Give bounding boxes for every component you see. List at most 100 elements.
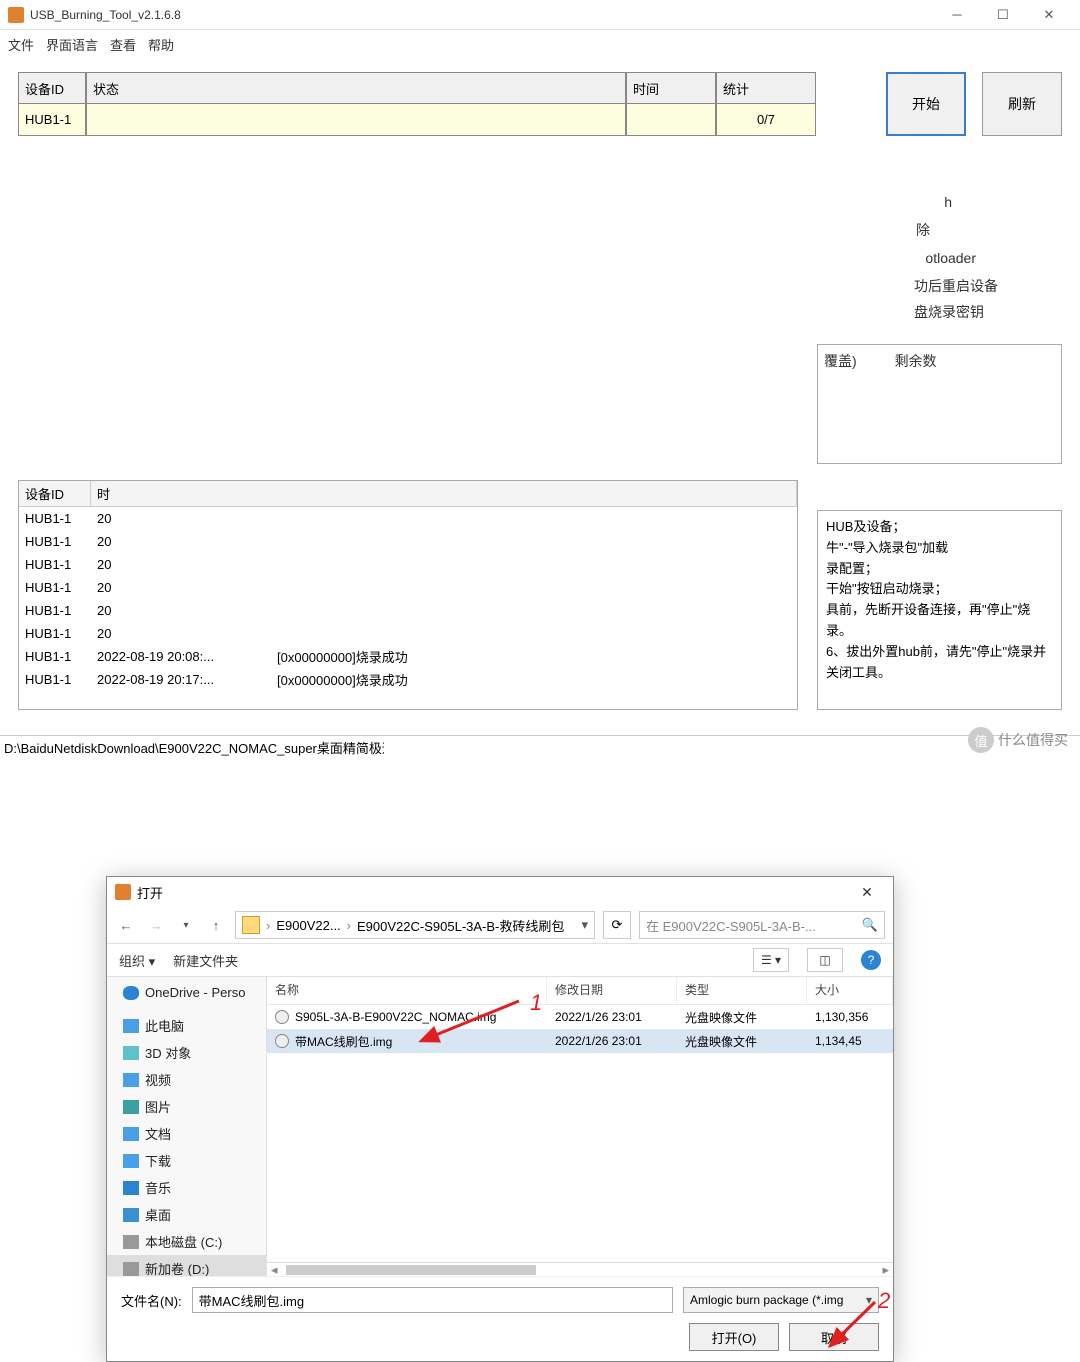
filetype-select[interactable]: Amlogic burn package (*.img▾ — [683, 1287, 879, 1313]
folder-tree: OneDrive - Perso 此电脑 3D 对象 视频 图片 文档 下载 音… — [107, 977, 267, 1276]
nav-up-icon[interactable]: ↑ — [205, 914, 227, 936]
tree-desktop[interactable]: 桌面 — [107, 1201, 266, 1228]
tree-documents[interactable]: 文档 — [107, 1120, 266, 1147]
video-icon — [123, 1073, 139, 1087]
start-button[interactable]: 开始 — [886, 72, 966, 136]
horizontal-scrollbar[interactable]: ◂▸ — [267, 1262, 893, 1276]
pc-icon — [123, 1019, 139, 1033]
event-row: HUB1-12022-08-19 20:08:...[0x00000000]烧录… — [19, 645, 797, 668]
filename-input[interactable] — [192, 1287, 673, 1313]
right-frag-key: 盘烧录密钥 — [914, 302, 984, 322]
dialog-titlebar: 打开 ✕ — [107, 877, 893, 907]
right-frag-flash: 除 — [916, 220, 930, 240]
tree-downloads[interactable]: 下载 — [107, 1147, 266, 1174]
menu-view[interactable]: 查看 — [110, 35, 136, 54]
tree-videos[interactable]: 视频 — [107, 1066, 266, 1093]
right-frag-h: h — [944, 194, 952, 210]
document-icon — [123, 1127, 139, 1141]
nav-forward-icon[interactable]: → — [145, 914, 167, 936]
cell-status — [86, 104, 626, 136]
disk-icon — [123, 1235, 139, 1249]
window-titlebar: USB_Burning_Tool_v2.1.6.8 ─ ☐ ✕ — [0, 0, 1080, 30]
disc-image-icon — [275, 1010, 289, 1024]
window-title: USB_Burning_Tool_v2.1.6.8 — [30, 8, 934, 22]
disc-image-icon — [275, 1034, 289, 1048]
breadcrumb[interactable]: › E900V22... › E900V22C-S905L-3A-B-救砖线刷包… — [235, 911, 595, 939]
tree-pictures[interactable]: 图片 — [107, 1093, 266, 1120]
cloud-icon — [123, 986, 139, 1000]
search-icon: 🔍 — [862, 917, 878, 933]
nav-dropdown-icon[interactable]: ▾ — [175, 914, 197, 936]
dialog-navbar: ← → ▾ ↑ › E900V22... › E900V22C-S905L-3A… — [107, 907, 893, 943]
col-stats: 统计 — [716, 72, 816, 104]
col-time: 时间 — [626, 72, 716, 104]
menu-file[interactable]: 文件 — [8, 35, 34, 54]
nav-back-icon[interactable]: ← — [115, 914, 137, 936]
search-input[interactable]: 在 E900V22C-S905L-3A-B-... 🔍 — [639, 911, 885, 939]
file-row[interactable]: 带MAC线刷包.img2022/1/26 23:01光盘映像文件1,134,45 — [267, 1029, 893, 1053]
menu-language[interactable]: 界面语言 — [46, 35, 98, 54]
filecol-modified[interactable]: 修改日期 — [547, 977, 677, 1004]
tree-cdrive[interactable]: 本地磁盘 (C:) — [107, 1228, 266, 1255]
objects3d-icon — [123, 1046, 139, 1060]
right-frag-reboot: 功后重启设备 — [914, 276, 998, 296]
event-row: HUB1-12022-08-19 20:17:...[0x00000000]烧录… — [19, 668, 797, 691]
dialog-title: 打开 — [137, 883, 849, 902]
right-frag-otloader: otloader — [925, 250, 976, 266]
preview-pane-button[interactable]: ◫ — [807, 948, 843, 972]
pictures-icon — [123, 1100, 139, 1114]
download-icon — [123, 1154, 139, 1168]
event-list: 设备ID 时 HUB1-120HUB1-120HUB1-120HUB1-120H… — [18, 480, 798, 710]
menubar: 文件 界面语言 查看 帮助 — [0, 30, 1080, 58]
tree-thispc[interactable]: 此电脑 — [107, 1012, 266, 1039]
instructions-panel: HUB及设备； 牛"-"导入烧录包"加载 录配置； 干始"按钮启动烧录； 具前，… — [817, 510, 1062, 710]
event-row: HUB1-120 — [19, 507, 797, 530]
tree-3dobjects[interactable]: 3D 对象 — [107, 1039, 266, 1066]
view-mode-button[interactable]: ☰ ▾ — [753, 948, 789, 972]
event-row: HUB1-120 — [19, 599, 797, 622]
menu-help[interactable]: 帮助 — [148, 35, 174, 54]
event-row: HUB1-120 — [19, 530, 797, 553]
cell-device-id: HUB1-1 — [18, 104, 86, 136]
tree-music[interactable]: 音乐 — [107, 1174, 266, 1201]
nav-refresh-button[interactable]: ⟳ — [603, 911, 631, 939]
open-button[interactable]: 打开(O) — [689, 1323, 779, 1351]
filename-label: 文件名(N): — [121, 1291, 182, 1310]
organize-menu[interactable]: 组织 ▾ — [119, 951, 155, 970]
tree-onedrive[interactable]: OneDrive - Perso — [107, 981, 266, 1004]
dialog-close-button[interactable]: ✕ — [849, 878, 885, 906]
file-row[interactable]: S905L-3A-B-E900V22C_NOMAC.img2022/1/26 2… — [267, 1005, 893, 1029]
evt-col-id: 设备ID — [19, 481, 91, 507]
statusbar: D:\BaiduNetdiskDownload\E900V22C_NOMAC_s… — [0, 735, 1080, 759]
event-row: HUB1-120 — [19, 622, 797, 645]
new-folder-button[interactable]: 新建文件夹 — [173, 951, 238, 970]
crumb-1[interactable]: E900V22... — [276, 918, 340, 933]
crumb-2[interactable]: E900V22C-S905L-3A-B-救砖线刷包 — [357, 916, 564, 935]
folder-icon — [242, 916, 260, 934]
evt-col-time: 时 — [91, 481, 797, 507]
minimize-button[interactable]: ─ — [934, 0, 980, 30]
filecol-type[interactable]: 类型 — [677, 977, 807, 1004]
app-icon — [8, 7, 24, 23]
col-status: 状态 — [86, 72, 626, 104]
filecol-name[interactable]: 名称 — [267, 977, 547, 1004]
close-button[interactable]: ✕ — [1026, 0, 1072, 30]
maximize-button[interactable]: ☐ — [980, 0, 1026, 30]
cancel-button[interactable]: 取消 — [789, 1323, 879, 1351]
filecol-size[interactable]: 大小 — [807, 977, 893, 1004]
dialog-icon — [115, 884, 131, 900]
tree-ddrive[interactable]: 新加卷 (D:) — [107, 1255, 266, 1276]
chevron-down-icon[interactable]: ▾ — [581, 917, 588, 933]
refresh-button[interactable]: 刷新 — [982, 72, 1062, 136]
cell-stats: 0/7 — [716, 104, 816, 136]
help-icon[interactable]: ? — [861, 950, 881, 970]
disk-icon — [123, 1262, 139, 1276]
cell-time — [626, 104, 716, 136]
col-device-id: 设备ID — [18, 72, 86, 104]
right-frag-box: 覆盖) 剩余数 — [817, 344, 1062, 464]
event-row: HUB1-120 — [19, 553, 797, 576]
dialog-toolbar: 组织 ▾ 新建文件夹 ☰ ▾ ◫ ? — [107, 943, 893, 977]
file-list: 名称 修改日期 类型 大小 S905L-3A-B-E900V22C_NOMAC.… — [267, 977, 893, 1276]
music-icon — [123, 1181, 139, 1195]
file-open-dialog: 打开 ✕ ← → ▾ ↑ › E900V22... › E900V22C-S90… — [106, 876, 894, 1362]
